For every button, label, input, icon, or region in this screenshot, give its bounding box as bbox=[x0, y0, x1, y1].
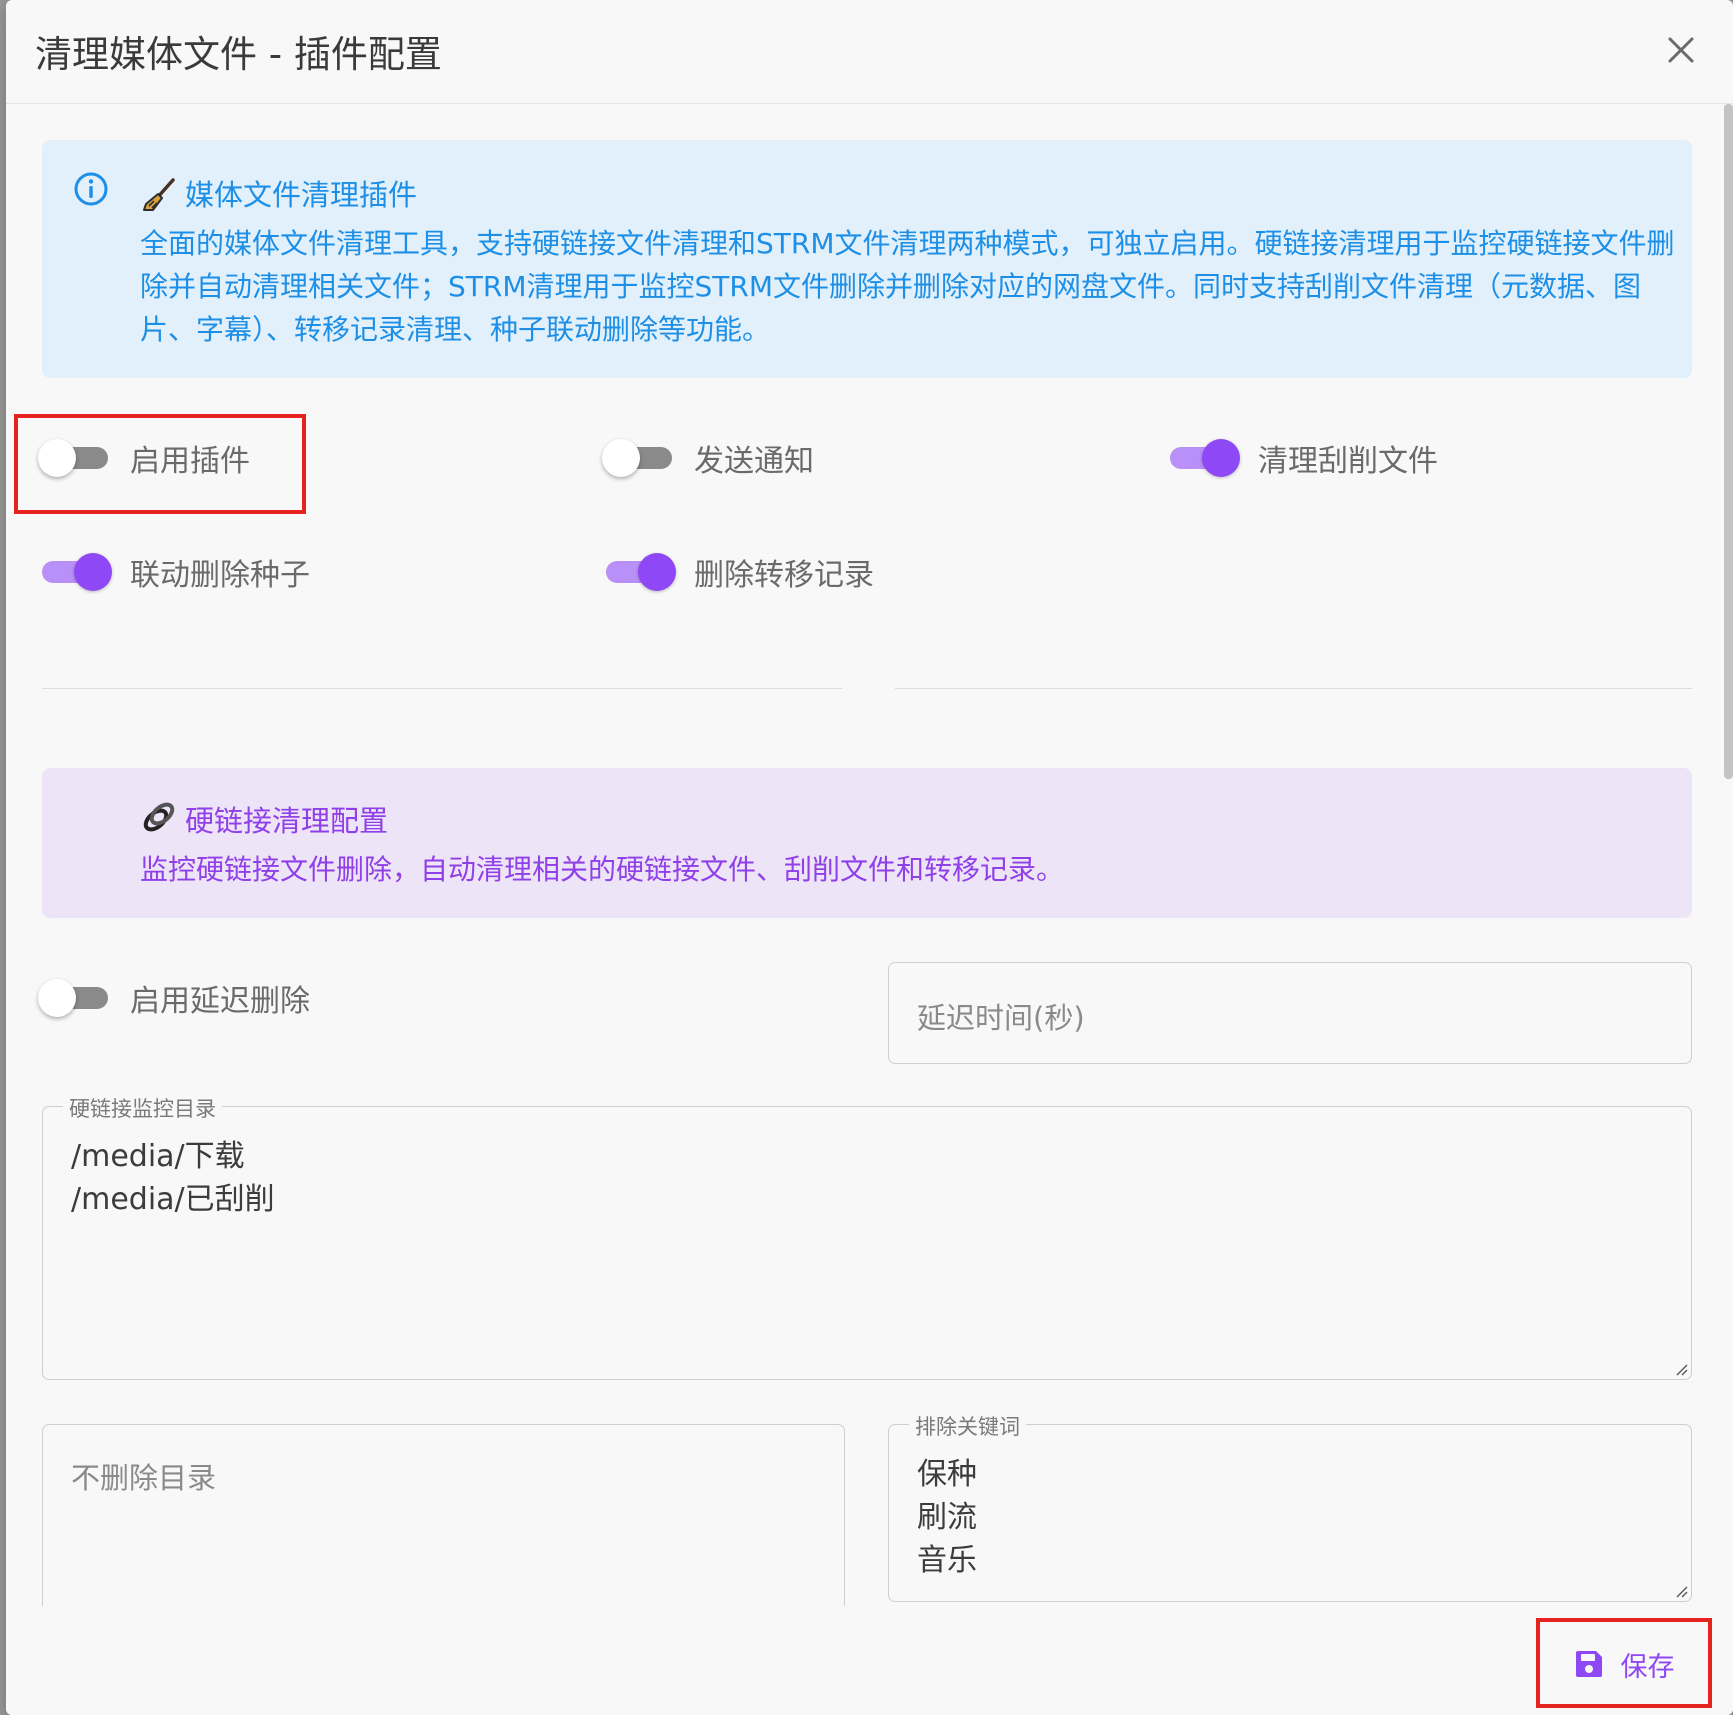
delay-seconds-placeholder: 延迟时间(秒) bbox=[917, 1001, 1085, 1035]
send-notify-switch[interactable]: 发送通知 bbox=[602, 428, 814, 488]
divider-left bbox=[42, 688, 842, 689]
keyword-line: 刷流 bbox=[917, 1500, 977, 1535]
switch-track bbox=[606, 553, 676, 591]
close-icon bbox=[1668, 37, 1694, 63]
scrollbar[interactable] bbox=[1724, 104, 1733, 779]
delete-history-label: 删除转移记录 bbox=[694, 558, 874, 593]
exclude-keywords-values: 保种 刷流 音乐 bbox=[917, 1453, 977, 1582]
delete-torrent-label: 联动删除种子 bbox=[130, 558, 310, 593]
delete-torrent-switch[interactable]: 联动删除种子 bbox=[42, 542, 310, 602]
plugin-config-dialog: 清理媒体文件 - 插件配置 媒体文件清理插件 全面的媒体文件清理工具，支持硬链接… bbox=[6, 0, 1733, 1715]
dialog-title: 清理媒体文件 - 插件配置 bbox=[35, 33, 442, 76]
monitor-dir-line: /media/下载 bbox=[71, 1139, 245, 1174]
switch-track bbox=[38, 439, 108, 477]
delete-history-switch[interactable]: 删除转移记录 bbox=[606, 542, 874, 602]
exclude-dirs-textarea[interactable]: 不删除目录 bbox=[42, 1424, 845, 1624]
info-alert: 媒体文件清理插件 全面的媒体文件清理工具，支持硬链接文件清理和STRM文件清理两… bbox=[42, 140, 1692, 378]
resize-grip-icon[interactable] bbox=[1673, 1583, 1689, 1599]
exclude-keywords-textarea[interactable]: 排除关键词 保种 刷流 音乐 bbox=[888, 1411, 1692, 1602]
resize-grip-icon[interactable] bbox=[1673, 1361, 1689, 1377]
close-button[interactable] bbox=[1656, 25, 1706, 75]
clean-scrap-label: 清理刮削文件 bbox=[1258, 444, 1438, 479]
switch-track bbox=[602, 439, 672, 477]
dialog-header: 清理媒体文件 - 插件配置 bbox=[6, 0, 1733, 104]
monitor-dirs-values: /media/下载 /media/已刮削 bbox=[71, 1135, 275, 1221]
switch-thumb bbox=[638, 553, 676, 591]
hardlink-alert-body: 监控硬链接文件删除，自动清理相关的硬链接文件、刮削文件和转移记录。 bbox=[140, 853, 1065, 886]
monitor-dir-line: /media/已刮削 bbox=[71, 1182, 275, 1217]
switch-track bbox=[38, 979, 108, 1017]
floppy-disk-icon bbox=[1575, 1651, 1602, 1677]
save-button[interactable]: 保存 bbox=[1541, 1628, 1706, 1700]
monitor-dirs-label: 硬链接监控目录 bbox=[63, 1093, 222, 1123]
dialog-footer: 保存 bbox=[6, 1606, 1733, 1715]
clean-scrap-switch[interactable]: 清理刮削文件 bbox=[1170, 428, 1438, 488]
switch-thumb bbox=[38, 439, 76, 477]
enable-plugin-switch[interactable]: 启用插件 bbox=[38, 428, 250, 488]
switch-thumb bbox=[1202, 439, 1240, 477]
switch-thumb bbox=[74, 553, 112, 591]
hardlink-alert-title: 硬链接清理配置 bbox=[185, 804, 389, 838]
info-alert-title: 媒体文件清理插件 bbox=[185, 178, 418, 212]
link-icon bbox=[143, 802, 175, 832]
info-alert-body: 全面的媒体文件清理工具，支持硬链接文件清理和STRM文件清理两种模式，可独立启用… bbox=[140, 227, 1675, 346]
divider-right bbox=[895, 688, 1692, 689]
enable-plugin-label: 启用插件 bbox=[130, 444, 250, 479]
delay-delete-switch[interactable]: 启用延迟删除 bbox=[38, 968, 310, 1028]
send-notify-label: 发送通知 bbox=[694, 444, 814, 479]
exclude-keywords-label: 排除关键词 bbox=[909, 1411, 1026, 1441]
info-circle-icon bbox=[74, 172, 108, 206]
keyword-line: 音乐 bbox=[917, 1543, 977, 1578]
switch-track bbox=[1170, 439, 1240, 477]
hardlink-alert: 硬链接清理配置 监控硬链接文件删除，自动清理相关的硬链接文件、刮削文件和转移记录… bbox=[42, 768, 1692, 918]
exclude-dirs-placeholder: 不删除目录 bbox=[71, 1461, 217, 1495]
delay-seconds-input[interactable]: 延迟时间(秒) bbox=[888, 962, 1692, 1064]
keyword-line: 保种 bbox=[917, 1457, 977, 1492]
monitor-dirs-textarea[interactable]: 硬链接监控目录 /media/下载 /media/已刮削 bbox=[42, 1093, 1692, 1380]
switch-thumb bbox=[602, 439, 640, 477]
save-button-label: 保存 bbox=[1620, 1651, 1675, 1683]
broom-icon bbox=[143, 178, 175, 211]
switch-thumb bbox=[38, 979, 76, 1017]
delay-delete-label: 启用延迟删除 bbox=[130, 984, 310, 1019]
switch-track bbox=[42, 553, 112, 591]
